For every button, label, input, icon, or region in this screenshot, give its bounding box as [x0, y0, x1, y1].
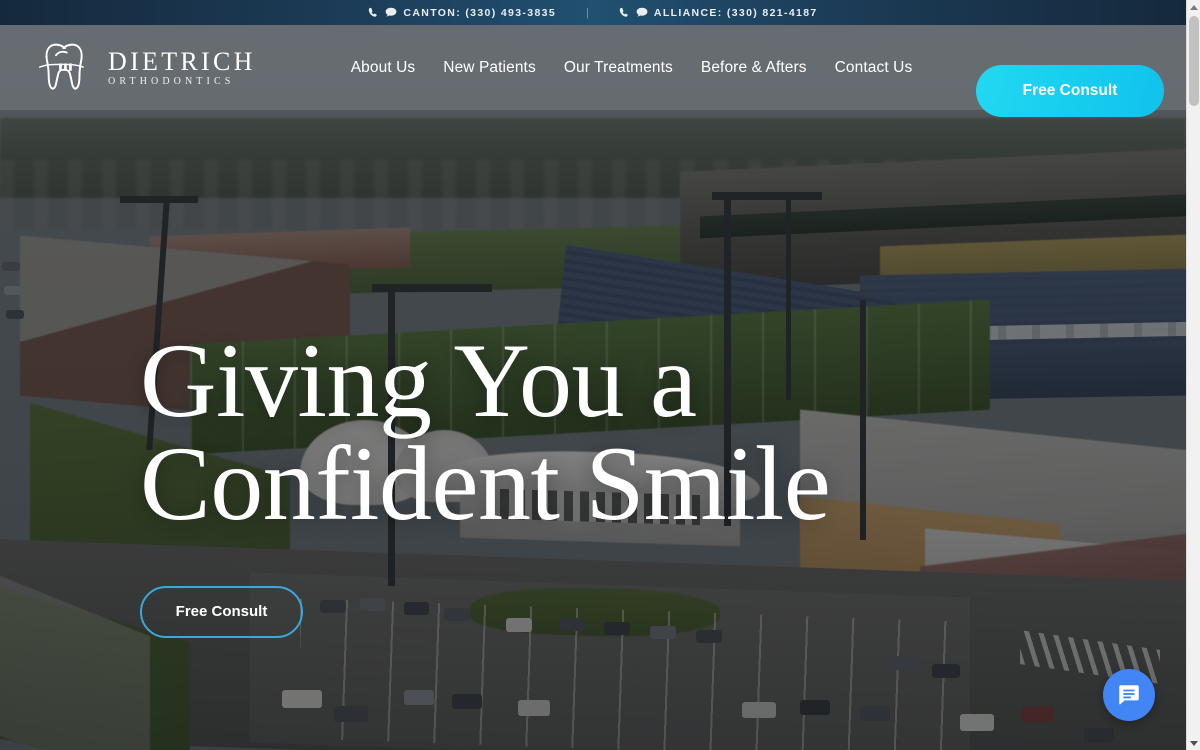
header-free-consult-button[interactable]: Free Consult [976, 65, 1164, 117]
speech-bubble-icon [385, 7, 397, 18]
scrollbar-thumb[interactable] [1189, 16, 1199, 106]
arrow-up-icon [1190, 4, 1198, 10]
page-scrollbar[interactable] [1186, 0, 1200, 750]
nav-item-contact-us[interactable]: Contact Us [835, 59, 913, 77]
logo[interactable]: DIETRICH ORTHODONTICS [36, 39, 256, 97]
hero-headline-line2: Confident Smile [140, 424, 831, 542]
speech-bubble-icon [636, 7, 648, 18]
chat-bubble-icon [1119, 685, 1139, 705]
logo-name: DIETRICH [108, 46, 256, 76]
phone-label-canton: CANTON: (330) 493-3835 [403, 6, 557, 19]
phone-label-alliance: ALLIANCE: (330) 821-4187 [653, 6, 818, 19]
hero-free-consult-button[interactable]: Free Consult [140, 585, 303, 638]
phone-entry-canton[interactable]: CANTON: (330) 493-3835 [368, 7, 556, 19]
nav-item-new-patients[interactable]: New Patients [443, 59, 536, 77]
hero-content: Giving You a Confident Smile Free Consul… [140, 328, 831, 638]
main-navigation: About Us New Patients Our Treatments Bef… [351, 59, 913, 77]
nav-item-before-afters[interactable]: Before & Afters [701, 59, 807, 77]
arrow-down-icon [1190, 740, 1198, 746]
chat-widget-button[interactable] [1103, 669, 1155, 721]
logo-subtitle: ORTHODONTICS [108, 75, 235, 87]
nav-item-our-treatments[interactable]: Our Treatments [564, 59, 673, 77]
top-utility-bar: CANTON: (330) 493-3835 | ALLIANCE: (330)… [0, 0, 1186, 25]
browser-page: CANTON: (330) 493-3835 | ALLIANCE: (330)… [0, 0, 1200, 750]
site-header: DIETRICH ORTHODONTICS About Us New Patie… [0, 25, 1186, 117]
topbar-separator: | [586, 6, 589, 19]
nav-item-about-us[interactable]: About Us [351, 59, 416, 77]
phone-icon [368, 7, 379, 18]
phone-icon [619, 7, 630, 18]
scrollbar-up-button[interactable] [1187, 0, 1200, 14]
tooth-braces-icon [38, 43, 84, 90]
page-viewport: CANTON: (330) 493-3835 | ALLIANCE: (330)… [0, 0, 1186, 750]
phone-entry-alliance[interactable]: ALLIANCE: (330) 821-4187 [619, 7, 818, 19]
hero-headline: Giving You a Confident Smile [140, 328, 831, 542]
hero-headline-line1: Giving You a [140, 322, 697, 439]
scrollbar-down-button[interactable] [1187, 736, 1200, 750]
